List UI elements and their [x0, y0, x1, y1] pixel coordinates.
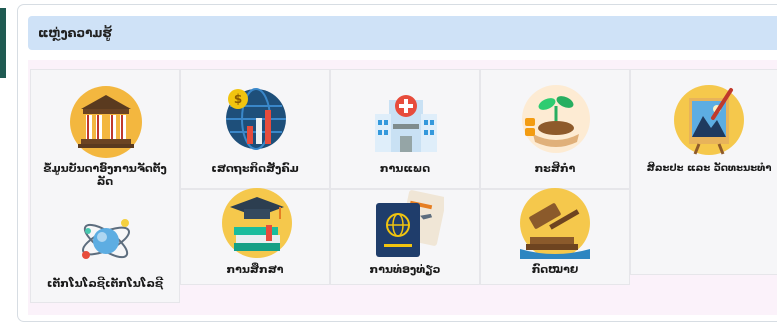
category-label: ການແພດ [379, 162, 431, 175]
category-label-law: ກົດໝາຍ [531, 263, 579, 276]
knowledge-panel: ແຫຼ່ງຄວາມຮູ້ ຂໍ້ມູນບັນດາອົງການຈັດຕັ້ງ ລັ… [17, 4, 777, 322]
category-card-government[interactable]: ຂໍ້ມູນບັນດາອົງການຈັດຕັ້ງ ລັດ [30, 69, 180, 303]
left-accent-bar [0, 8, 6, 78]
panel-header: ແຫຼ່ງຄວາມຮູ້ [28, 16, 777, 50]
category-card-agriculture[interactable]: ກະສິກຳ [480, 69, 630, 189]
art-painting-icon [673, 84, 745, 156]
category-label: ຂໍ້ມູນບັນດາອົງການຈັດຕັ້ງ ລັດ [43, 162, 167, 188]
agriculture-seedling-icon [521, 84, 591, 154]
law-gavel-icon [520, 187, 590, 259]
panel-title: ແຫຼ່ງຄວາມຮູ້ [38, 26, 112, 40]
category-card-economy[interactable]: $ ເສດຖະກິດສັງຄົມ [180, 69, 330, 189]
category-card-arts[interactable]: ສິລະປະ ແລະ ວັດທະນະທຳ [630, 69, 777, 275]
category-label-technology: ເຕັກໂນໂລຊີເຕັກໂນໂລຊີ [46, 277, 164, 290]
category-label: ເສດຖະກິດສັງຄົມ [211, 162, 299, 175]
technology-atom-icon[interactable] [78, 211, 134, 267]
tourism-passport-icon [374, 189, 444, 259]
svg-text:$: $ [234, 92, 242, 106]
economy-globe-icon: $ [225, 88, 287, 150]
category-label-tourism: ການທ່ອງທ່ຽວ [369, 263, 441, 276]
category-label-education: ການສຶກສາ [226, 263, 284, 276]
hospital-icon [373, 88, 439, 154]
category-label: ກະສິກຳ [534, 162, 576, 175]
government-building-icon [69, 85, 143, 159]
education-cap-icon [222, 187, 292, 259]
category-card-health[interactable]: ການແພດ [330, 69, 480, 189]
category-label: ສິລະປະ ແລະ ວັດທະນະທຳ [646, 163, 772, 174]
